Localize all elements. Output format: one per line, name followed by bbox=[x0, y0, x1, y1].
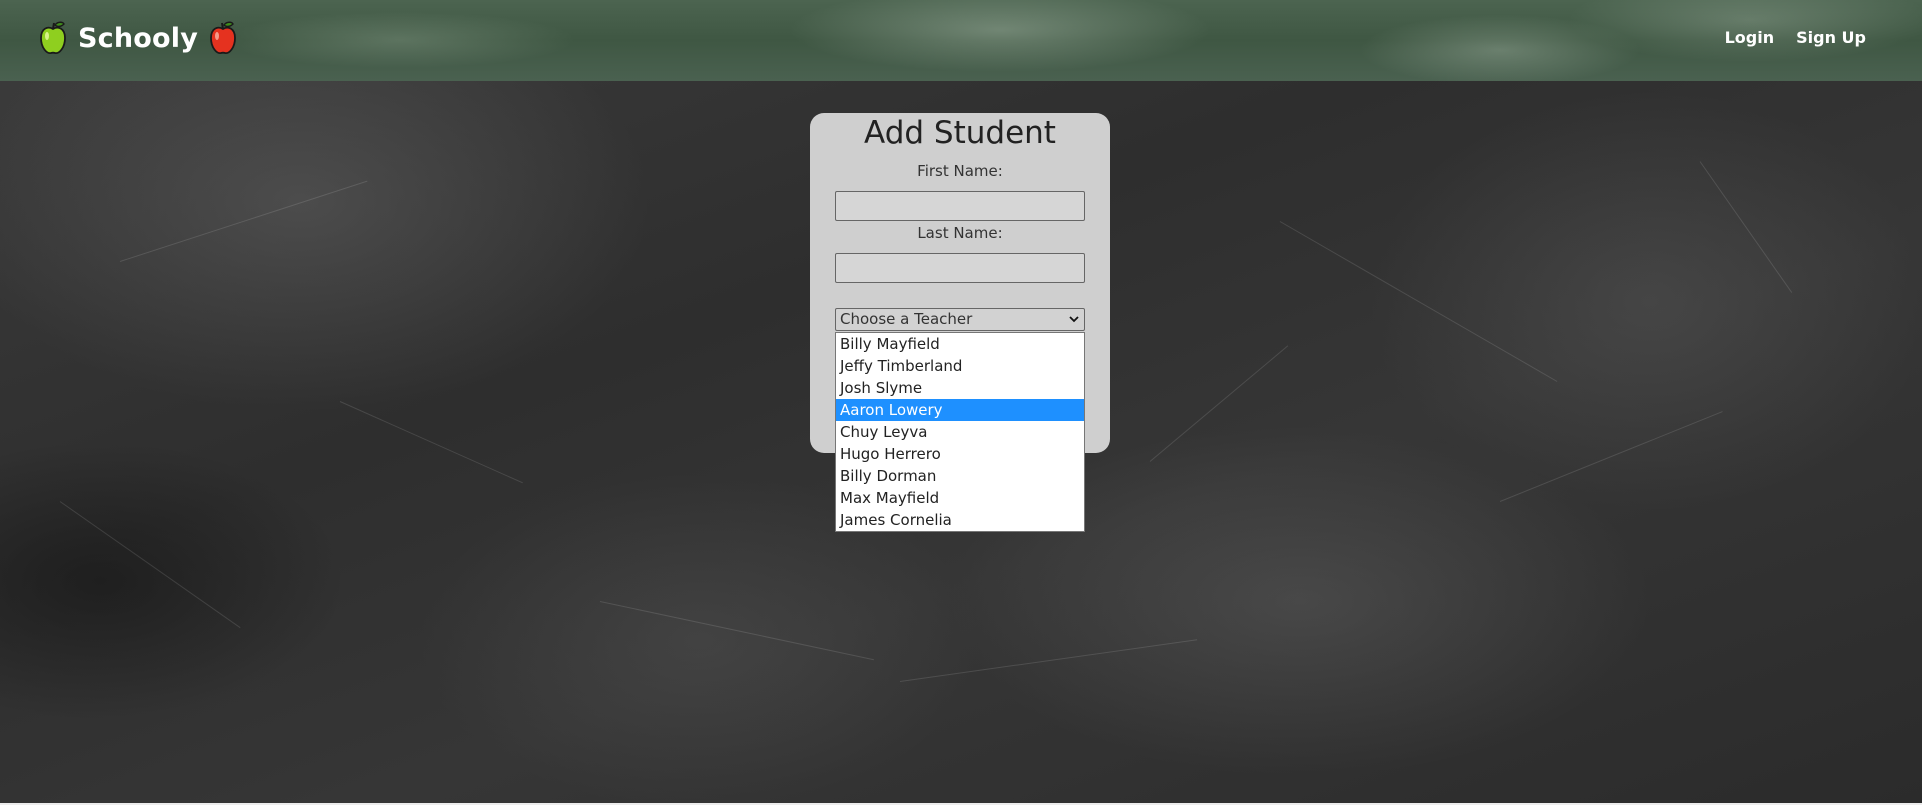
chalk-scratch bbox=[339, 401, 523, 484]
nav-links: Login Sign Up bbox=[1725, 28, 1866, 47]
teacher-option[interactable]: Josh Slyme bbox=[836, 377, 1084, 399]
green-apple-icon bbox=[40, 21, 66, 54]
teacher-option[interactable]: Billy Dorman bbox=[836, 465, 1084, 487]
first-name-label: First Name: bbox=[917, 162, 1003, 180]
brand-name: Schooly bbox=[78, 22, 199, 54]
teacher-option[interactable]: Max Mayfield bbox=[836, 487, 1084, 509]
chalk-scratch bbox=[1149, 345, 1289, 462]
first-name-field[interactable] bbox=[835, 191, 1085, 221]
teacher-select-value: Choose a Teacher bbox=[840, 310, 973, 328]
chalk-scratch bbox=[1279, 221, 1558, 382]
brand[interactable]: Schooly bbox=[38, 18, 238, 58]
chalk-scratch bbox=[599, 601, 874, 661]
chevron-down-icon bbox=[1069, 316, 1079, 323]
last-name-field[interactable] bbox=[835, 253, 1085, 283]
chalk-scratch bbox=[899, 639, 1198, 682]
chalk-scratch bbox=[1499, 411, 1723, 502]
red-apple-icon bbox=[210, 21, 236, 54]
teacher-option[interactable]: Jeffy Timberland bbox=[836, 355, 1084, 377]
chalk-scratch bbox=[119, 180, 368, 262]
signup-link[interactable]: Sign Up bbox=[1796, 28, 1866, 47]
teacher-option[interactable]: Chuy Leyva bbox=[836, 421, 1084, 443]
page-title: Add Student bbox=[864, 115, 1056, 151]
teacher-option[interactable]: Hugo Herrero bbox=[836, 443, 1084, 465]
last-name-label: Last Name: bbox=[917, 224, 1003, 242]
teacher-option[interactable]: Billy Mayfield bbox=[836, 333, 1084, 355]
teacher-option[interactable]: James Cornelia bbox=[836, 509, 1084, 531]
navbar: Schooly Login Sign Up bbox=[0, 0, 1922, 81]
chalk-scratch bbox=[59, 501, 241, 629]
teacher-dropdown-list: Billy Mayfield Jeffy Timberland Josh Sly… bbox=[835, 332, 1085, 532]
teacher-option-highlighted[interactable]: Aaron Lowery bbox=[836, 399, 1084, 421]
chalk-scratch bbox=[1699, 161, 1793, 293]
teacher-select[interactable]: Choose a Teacher bbox=[835, 308, 1085, 331]
login-link[interactable]: Login bbox=[1725, 28, 1775, 47]
